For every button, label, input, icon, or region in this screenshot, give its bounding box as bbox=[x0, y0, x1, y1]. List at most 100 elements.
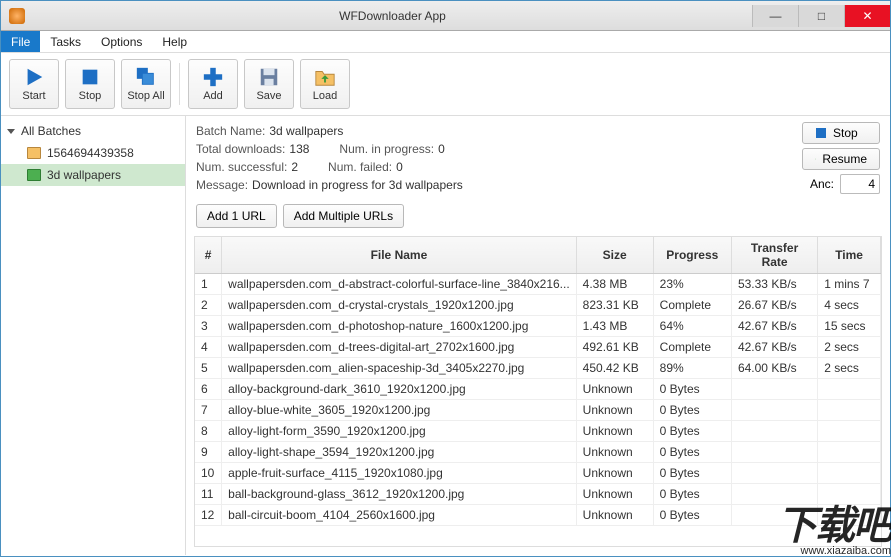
tree-root-label: All Batches bbox=[21, 124, 81, 138]
downloads-table-wrap[interactable]: # File Name Size Progress Transfer Rate … bbox=[194, 236, 882, 547]
cell-name: ball-background-glass_3612_1920x1200.jpg bbox=[222, 484, 577, 505]
anc-label: Anc: bbox=[810, 177, 834, 191]
cell-name: ball-circuit-boom_4104_2560x1600.jpg bbox=[222, 505, 577, 526]
batch-resume-button[interactable]: Resume bbox=[802, 148, 880, 170]
cell-rate bbox=[731, 400, 817, 421]
table-row[interactable]: 7alloy-blue-white_3605_1920x1200.jpgUnkn… bbox=[195, 400, 881, 421]
batch-info: Batch Name:3d wallpapers Total downloads… bbox=[186, 116, 890, 198]
col-name[interactable]: File Name bbox=[222, 237, 577, 274]
cell-size: Unknown bbox=[576, 484, 653, 505]
table-row[interactable]: 3wallpapersden.com_d-photoshop-nature_16… bbox=[195, 316, 881, 337]
window-title: WFDownloader App bbox=[33, 9, 752, 23]
table-row[interactable]: 12ball-circuit-boom_4104_2560x1600.jpgUn… bbox=[195, 505, 881, 526]
content-area: Batch Name:3d wallpapers Total downloads… bbox=[186, 116, 890, 555]
minimize-button[interactable]: — bbox=[752, 5, 798, 27]
table-row[interactable]: 11ball-background-glass_3612_1920x1200.j… bbox=[195, 484, 881, 505]
cell-n: 9 bbox=[195, 442, 222, 463]
col-num[interactable]: # bbox=[195, 237, 222, 274]
col-size[interactable]: Size bbox=[576, 237, 653, 274]
anc-input[interactable] bbox=[840, 174, 880, 194]
batch-resume-label: Resume bbox=[822, 152, 867, 166]
cell-time bbox=[818, 505, 881, 526]
cell-name: alloy-light-shape_3594_1920x1200.jpg bbox=[222, 442, 577, 463]
cell-rate bbox=[731, 505, 817, 526]
cell-rate: 26.67 KB/s bbox=[731, 295, 817, 316]
menu-tasks[interactable]: Tasks bbox=[40, 31, 91, 52]
save-button[interactable]: Save bbox=[244, 59, 294, 109]
cell-n: 6 bbox=[195, 379, 222, 400]
col-rate[interactable]: Transfer Rate bbox=[731, 237, 817, 274]
cell-time bbox=[818, 484, 881, 505]
cell-prog: 0 Bytes bbox=[653, 442, 731, 463]
table-row[interactable]: 2wallpapersden.com_d-crystal-crystals_19… bbox=[195, 295, 881, 316]
batch-active-icon bbox=[27, 169, 41, 181]
cell-size: 4.38 MB bbox=[576, 274, 653, 295]
col-progress[interactable]: Progress bbox=[653, 237, 731, 274]
url-buttons: Add 1 URL Add Multiple URLs bbox=[186, 198, 890, 236]
add-1-url-button[interactable]: Add 1 URL bbox=[196, 204, 277, 228]
main-area: All Batches 1564694439358 3d wallpapers … bbox=[1, 116, 890, 555]
table-row[interactable]: 9alloy-light-shape_3594_1920x1200.jpgUnk… bbox=[195, 442, 881, 463]
menubar: File Tasks Options Help bbox=[1, 31, 890, 53]
cell-time bbox=[818, 400, 881, 421]
caret-down-icon bbox=[7, 129, 15, 134]
anc-row: Anc: bbox=[810, 174, 880, 194]
cell-time bbox=[818, 379, 881, 400]
cell-time: 2 secs bbox=[818, 337, 881, 358]
stop-button[interactable]: Stop bbox=[65, 59, 115, 109]
menu-file[interactable]: File bbox=[1, 31, 40, 52]
menu-options[interactable]: Options bbox=[91, 31, 152, 52]
cell-name: wallpapersden.com_d-trees-digital-art_27… bbox=[222, 337, 577, 358]
tree-item-1[interactable]: 3d wallpapers bbox=[1, 164, 185, 186]
cell-size: Unknown bbox=[576, 463, 653, 484]
stop-icon bbox=[79, 66, 101, 88]
cell-name: apple-fruit-surface_4115_1920x1080.jpg bbox=[222, 463, 577, 484]
start-button[interactable]: Start bbox=[9, 59, 59, 109]
table-row[interactable]: 10apple-fruit-surface_4115_1920x1080.jpg… bbox=[195, 463, 881, 484]
cell-time bbox=[818, 463, 881, 484]
save-icon bbox=[258, 66, 280, 88]
load-button[interactable]: Load bbox=[300, 59, 350, 109]
batch-stop-button[interactable]: Stop bbox=[802, 122, 880, 144]
cell-name: alloy-background-dark_3610_1920x1200.jpg bbox=[222, 379, 577, 400]
close-button[interactable]: ✕ bbox=[844, 5, 890, 27]
table-row[interactable]: 8alloy-light-form_3590_1920x1200.jpgUnkn… bbox=[195, 421, 881, 442]
table-row[interactable]: 4wallpapersden.com_d-trees-digital-art_2… bbox=[195, 337, 881, 358]
cell-n: 12 bbox=[195, 505, 222, 526]
add-multiple-urls-button[interactable]: Add Multiple URLs bbox=[283, 204, 404, 228]
menu-help[interactable]: Help bbox=[152, 31, 197, 52]
cell-n: 3 bbox=[195, 316, 222, 337]
cell-n: 5 bbox=[195, 358, 222, 379]
batch-name-val: 3d wallpapers bbox=[269, 124, 343, 138]
cell-time: 15 secs bbox=[818, 316, 881, 337]
tree-item-0[interactable]: 1564694439358 bbox=[1, 142, 185, 164]
batch-icon bbox=[27, 147, 41, 159]
table-row[interactable]: 1wallpapersden.com_d-abstract-colorful-s… bbox=[195, 274, 881, 295]
tree-root[interactable]: All Batches bbox=[1, 120, 185, 142]
batch-stop-label: Stop bbox=[833, 126, 858, 140]
cell-name: wallpapersden.com_d-photoshop-nature_160… bbox=[222, 316, 577, 337]
cell-size: Unknown bbox=[576, 442, 653, 463]
total-lbl: Total downloads: bbox=[196, 142, 285, 156]
cell-size: 450.42 KB bbox=[576, 358, 653, 379]
failed-lbl: Num. failed: bbox=[328, 160, 392, 174]
stopall-label: Stop All bbox=[127, 90, 164, 102]
cell-prog: 64% bbox=[653, 316, 731, 337]
col-time[interactable]: Time bbox=[818, 237, 881, 274]
cell-prog: 89% bbox=[653, 358, 731, 379]
cell-rate: 64.00 KB/s bbox=[731, 358, 817, 379]
cell-rate: 53.33 KB/s bbox=[731, 274, 817, 295]
table-row[interactable]: 6alloy-background-dark_3610_1920x1200.jp… bbox=[195, 379, 881, 400]
cell-time: 1 mins 7 bbox=[818, 274, 881, 295]
cell-time: 2 secs bbox=[818, 358, 881, 379]
stop-small-icon bbox=[815, 127, 827, 139]
table-row[interactable]: 5wallpapersden.com_alien-spaceship-3d_34… bbox=[195, 358, 881, 379]
maximize-button[interactable]: □ bbox=[798, 5, 844, 27]
stopall-button[interactable]: Stop All bbox=[121, 59, 171, 109]
cell-name: wallpapersden.com_d-crystal-crystals_192… bbox=[222, 295, 577, 316]
cell-n: 7 bbox=[195, 400, 222, 421]
cell-rate bbox=[731, 463, 817, 484]
downloads-table: # File Name Size Progress Transfer Rate … bbox=[195, 237, 881, 526]
side-buttons: Stop Resume Anc: bbox=[802, 122, 880, 194]
add-button[interactable]: Add bbox=[188, 59, 238, 109]
